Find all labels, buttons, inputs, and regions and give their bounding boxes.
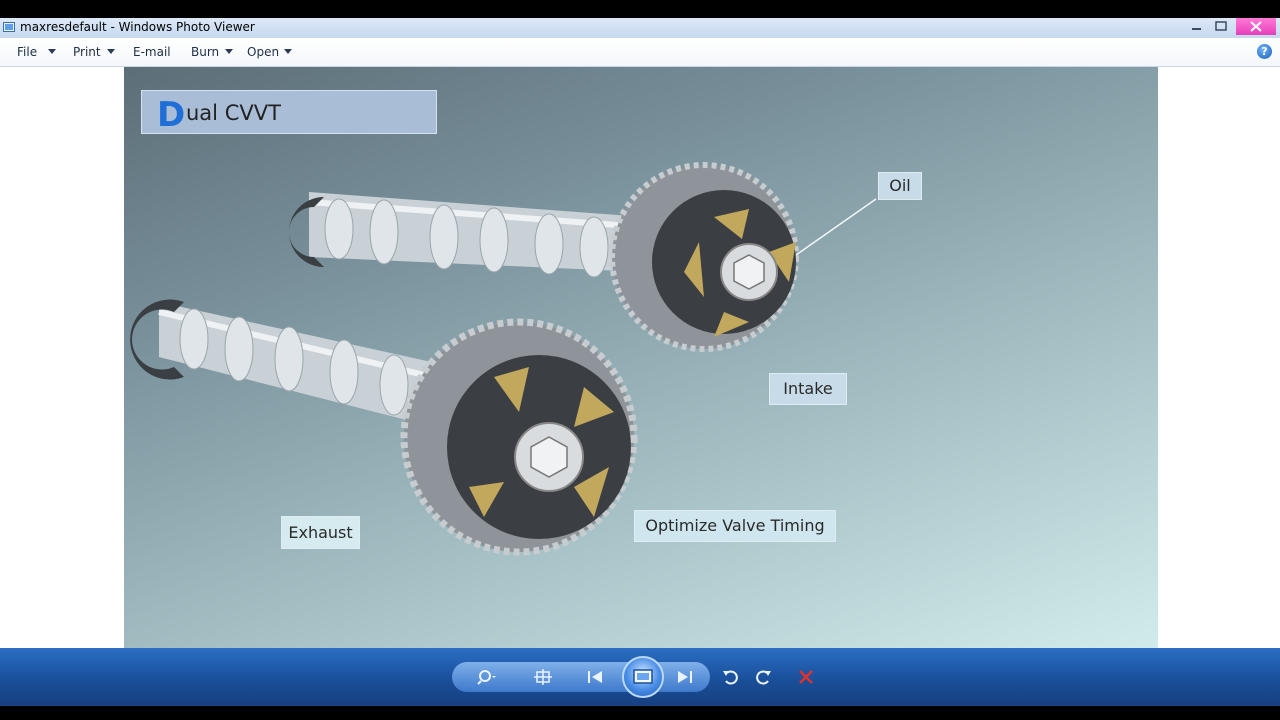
oil-pointer-line [795, 198, 877, 256]
menu-email[interactable]: E-mail [133, 45, 171, 59]
label-exhaust: Exhaust [281, 516, 360, 549]
actual-size-icon[interactable] [532, 668, 554, 686]
label-optimize-valve-timing: Optimize Valve Timing [634, 510, 836, 542]
intake-sprocket [609, 162, 799, 352]
title-bar: maxresdefault - Windows Photo Viewer [0, 18, 1280, 56]
menu-file[interactable]: File [17, 45, 37, 59]
maximize-icon[interactable] [1210, 18, 1232, 35]
chevron-down-icon[interactable] [48, 49, 56, 54]
menu-open[interactable]: Open [247, 45, 279, 59]
camshaft-illustration [130, 162, 877, 556]
delete-icon[interactable] [795, 668, 817, 686]
rotate-counterclockwise-icon[interactable] [720, 668, 742, 686]
minimize-icon[interactable] [1186, 18, 1208, 35]
previous-icon[interactable] [584, 668, 606, 686]
photo-viewer-app-icon [3, 22, 15, 32]
chevron-down-icon[interactable] [225, 49, 233, 54]
next-icon[interactable] [674, 668, 696, 686]
rotate-clockwise-icon[interactable] [752, 668, 774, 686]
chevron-down-icon[interactable] [107, 49, 115, 54]
close-icon[interactable] [1236, 18, 1276, 35]
bottom-edge [0, 706, 1280, 720]
menu-bar: File Print E-mail Burn Open ? [0, 38, 1280, 67]
chevron-down-icon[interactable] [284, 49, 292, 54]
menu-print[interactable]: Print [73, 45, 101, 59]
slide-title: ual CVVT [186, 101, 281, 125]
intake-camshaft [289, 192, 645, 278]
window-title: maxresdefault - Windows Photo Viewer [20, 20, 255, 34]
label-intake: Intake [769, 373, 847, 405]
help-icon[interactable]: ? [1257, 44, 1272, 59]
navigation-bar [0, 648, 1280, 706]
slideshow-button[interactable] [622, 656, 664, 698]
exhaust-sprocket [400, 318, 638, 556]
zoom-icon[interactable] [476, 668, 498, 686]
slideshow-icon [633, 669, 653, 684]
slide-title-box: D ual CVVT [141, 90, 437, 135]
menu-burn[interactable]: Burn [191, 45, 219, 59]
photo-display: D ual CVVT Oil Intake Exhaust Optimize V… [124, 67, 1158, 648]
slide-title-initial: D [157, 95, 186, 135]
content-area: D ual CVVT Oil Intake Exhaust Optimize V… [0, 67, 1280, 648]
label-oil: Oil [878, 172, 922, 200]
